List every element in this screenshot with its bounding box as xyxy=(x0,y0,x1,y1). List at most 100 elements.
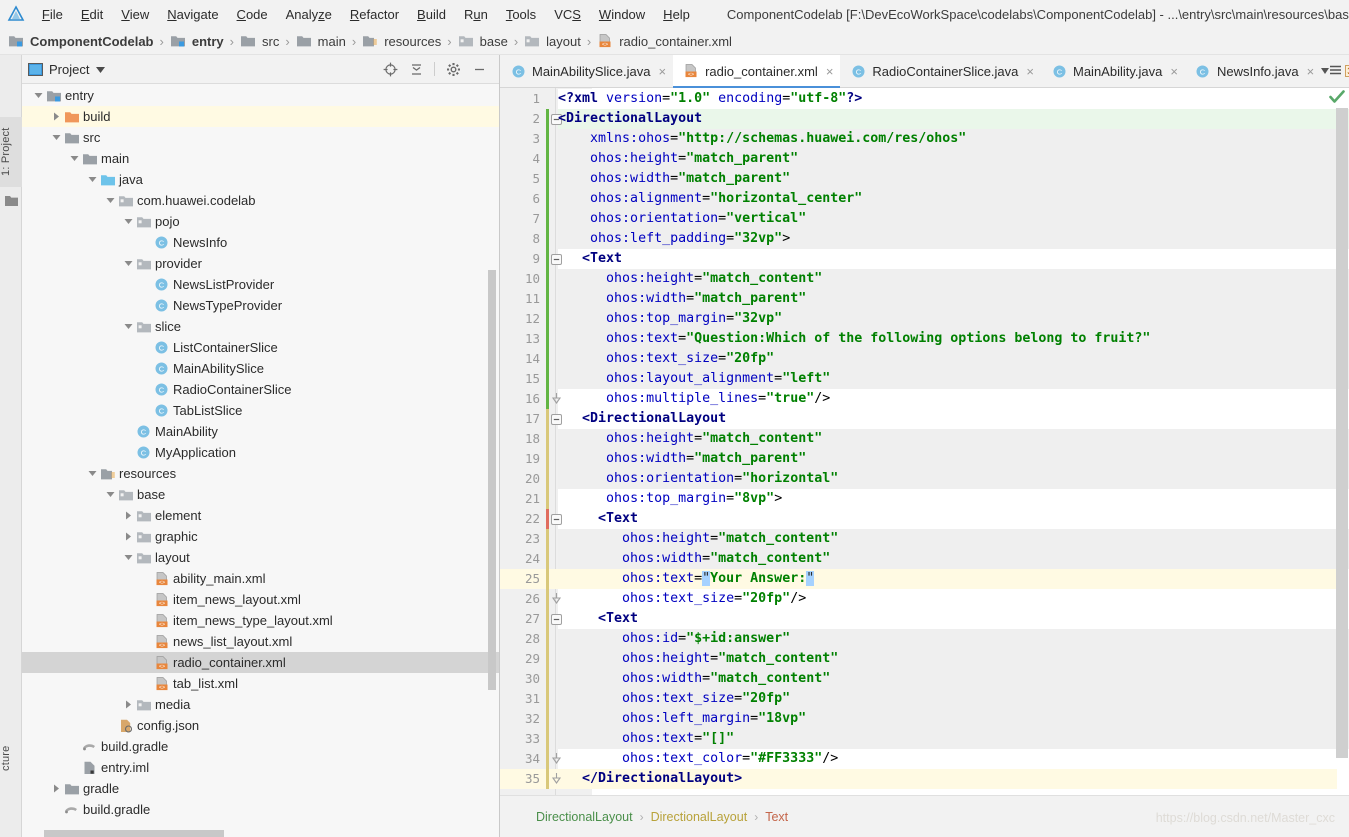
tree-expand-arrow-down-icon[interactable] xyxy=(104,197,117,204)
breadcrumb-item-src[interactable]: src xyxy=(240,34,279,49)
tab-list-dropdown-icon[interactable]: 3 xyxy=(1321,65,1349,77)
code-line[interactable]: ohos:top_margin="32vp" xyxy=(500,309,1349,329)
project-tree-horizontal-scrollbar[interactable] xyxy=(44,830,224,837)
code-line[interactable]: <Text xyxy=(500,609,1349,629)
tree-node-newsinfo[interactable]: C NewsInfo xyxy=(22,232,499,253)
project-tree[interactable]: entry build src main java com.huawei.codelab p… xyxy=(22,85,499,837)
code-line[interactable]: <DirectionalLayout xyxy=(500,109,1349,129)
tree-node-tablistslice[interactable]: C TabListSlice xyxy=(22,400,499,421)
breadcrumb-item-radio-container-xml[interactable]: <> radio_container.xml xyxy=(597,34,732,49)
tree-node-build-gradle[interactable]: build.gradle xyxy=(22,736,499,757)
code-line[interactable]: ohos:text="Your Answer:" xyxy=(500,569,1349,589)
code-line[interactable]: ohos:text_size="20fp"/> xyxy=(500,589,1349,609)
code-line[interactable]: ohos:left_padding="32vp"> xyxy=(500,229,1349,249)
tree-node-gradle[interactable]: gradle xyxy=(22,778,499,799)
code-line[interactable]: ohos:height="match_content" xyxy=(500,529,1349,549)
close-icon[interactable]: × xyxy=(826,64,834,79)
code-line[interactable]: ohos:top_margin="8vp"> xyxy=(500,489,1349,509)
tree-node-mainabilityslice[interactable]: C MainAbilitySlice xyxy=(22,358,499,379)
structure-breadcrumb-item[interactable]: DirectionalLayout xyxy=(651,810,748,824)
breadcrumb-item-base[interactable]: base xyxy=(458,34,508,49)
tool-window-tab-project[interactable]: 1: Project xyxy=(0,117,22,187)
code-line[interactable]: ohos:text_size="20fp" xyxy=(500,689,1349,709)
menu-item-edit[interactable]: Edit xyxy=(72,5,112,24)
code-line[interactable]: ohos:text="[]" xyxy=(500,729,1349,749)
close-icon[interactable]: × xyxy=(1307,64,1315,79)
tree-expand-arrow-down-icon[interactable] xyxy=(122,218,135,225)
code-line[interactable]: ohos:id="$+id:answer" xyxy=(500,629,1349,649)
menu-item-view[interactable]: View xyxy=(112,5,158,24)
code-line[interactable]: ohos:left_margin="18vp" xyxy=(500,709,1349,729)
tree-node-entry-iml[interactable]: entry.iml xyxy=(22,757,499,778)
code-line[interactable]: xmlns:ohos="http://schemas.huawei.com/re… xyxy=(500,129,1349,149)
chevron-down-icon[interactable] xyxy=(96,62,106,76)
code-line[interactable]: <Text xyxy=(500,249,1349,269)
menu-item-analyze[interactable]: Analyze xyxy=(277,5,341,24)
tree-node-radio-container-xml[interactable]: <> radio_container.xml xyxy=(22,652,499,673)
structure-breadcrumb-item[interactable]: DirectionalLayout xyxy=(536,810,633,824)
menu-item-code[interactable]: Code xyxy=(228,5,277,24)
structure-breadcrumb-item[interactable]: Text xyxy=(765,810,788,824)
code-line[interactable]: ohos:orientation="vertical" xyxy=(500,209,1349,229)
breadcrumb-item-entry[interactable]: entry xyxy=(170,34,224,49)
menu-item-tools[interactable]: Tools xyxy=(497,5,545,24)
tree-node-item-news-type-layout-xml[interactable]: <> item_news_type_layout.xml xyxy=(22,610,499,631)
breadcrumb-item-layout[interactable]: layout xyxy=(524,34,581,49)
code-line[interactable]: ohos:width="match_content" xyxy=(500,549,1349,569)
tree-expand-arrow-right-icon[interactable] xyxy=(50,784,63,793)
code-line[interactable]: ohos:alignment="horizontal_center" xyxy=(500,189,1349,209)
tree-node-item-news-layout-xml[interactable]: <> item_news_layout.xml xyxy=(22,589,499,610)
tree-node-newslistprovider[interactable]: C NewsListProvider xyxy=(22,274,499,295)
code-line[interactable]: ohos:orientation="horizontal" xyxy=(500,469,1349,489)
tree-node-myapplication[interactable]: C MyApplication xyxy=(22,442,499,463)
tool-window-tab-structure[interactable]: cture xyxy=(0,727,22,789)
tree-node-entry[interactable]: entry xyxy=(22,85,499,106)
tree-expand-arrow-down-icon[interactable] xyxy=(122,554,135,561)
breadcrumb-item-componentcodelab[interactable]: ComponentCodelab xyxy=(8,34,154,49)
tree-node-build[interactable]: build xyxy=(22,106,499,127)
menu-item-navigate[interactable]: Navigate xyxy=(158,5,227,24)
tree-node-media[interactable]: media xyxy=(22,694,499,715)
editor-tab-radiocontainerslice-java[interactable]: C RadioContainerSlice.java × xyxy=(840,55,1041,87)
tree-node-java[interactable]: java xyxy=(22,169,499,190)
code-line[interactable]: ohos:width="match_parent" xyxy=(500,289,1349,309)
tree-node-src[interactable]: src xyxy=(22,127,499,148)
hide-panel-icon[interactable] xyxy=(471,61,487,77)
editor-tab-newsinfo-java[interactable]: C NewsInfo.java × xyxy=(1185,55,1321,87)
tree-node-slice[interactable]: slice xyxy=(22,316,499,337)
menu-item-help[interactable]: Help xyxy=(654,5,699,24)
tree-expand-arrow-down-icon[interactable] xyxy=(50,134,63,141)
tree-node-build-gradle[interactable]: build.gradle xyxy=(22,799,499,820)
editor-tab-radio-container-xml[interactable]: <> radio_container.xml × xyxy=(673,55,841,88)
tree-node-radiocontainerslice[interactable]: C RadioContainerSlice xyxy=(22,379,499,400)
code-line[interactable]: <DirectionalLayout xyxy=(500,409,1349,429)
close-icon[interactable]: × xyxy=(659,64,667,79)
code-line[interactable]: ohos:text="Question:Which of the followi… xyxy=(500,329,1349,349)
tree-expand-arrow-down-icon[interactable] xyxy=(122,260,135,267)
tree-node-graphic[interactable]: graphic xyxy=(22,526,499,547)
code-line[interactable]: ohos:height="match_content" xyxy=(500,429,1349,449)
tree-node-base[interactable]: base xyxy=(22,484,499,505)
code-line[interactable]: ohos:width="match_content" xyxy=(500,669,1349,689)
tree-node-resources[interactable]: resources xyxy=(22,463,499,484)
tree-expand-arrow-right-icon[interactable] xyxy=(122,532,135,541)
code-lines[interactable]: 1 <?xml version="1.0" encoding="utf-8"?> 2… xyxy=(500,88,1349,795)
tree-node-main[interactable]: main xyxy=(22,148,499,169)
breadcrumb-item-main[interactable]: main xyxy=(296,34,346,49)
tree-node-listcontainerslice[interactable]: C ListContainerSlice xyxy=(22,337,499,358)
code-line[interactable]: ohos:height="match_content" xyxy=(500,269,1349,289)
tree-node-newstypeprovider[interactable]: C NewsTypeProvider xyxy=(22,295,499,316)
tree-node-news-list-layout-xml[interactable]: <> news_list_layout.xml xyxy=(22,631,499,652)
code-line[interactable]: ohos:width="match_parent" xyxy=(500,169,1349,189)
tree-node-tab-list-xml[interactable]: <> tab_list.xml xyxy=(22,673,499,694)
code-line[interactable]: ohos:text_color="#FF3333"/> xyxy=(500,749,1349,769)
code-line[interactable]: <Text xyxy=(500,509,1349,529)
tree-expand-arrow-right-icon[interactable] xyxy=(122,700,135,709)
code-line[interactable]: </DirectionalLayout> xyxy=(500,769,1349,789)
code-line[interactable]: ohos:height="match_content" xyxy=(500,649,1349,669)
tree-expand-arrow-down-icon[interactable] xyxy=(122,323,135,330)
inspection-ok-checkmark-icon[interactable] xyxy=(1329,90,1345,107)
close-icon[interactable]: × xyxy=(1026,64,1034,79)
editor-tab-mainability-java[interactable]: C MainAbility.java × xyxy=(1041,55,1185,87)
project-tree-vertical-scrollbar[interactable] xyxy=(488,270,496,690)
